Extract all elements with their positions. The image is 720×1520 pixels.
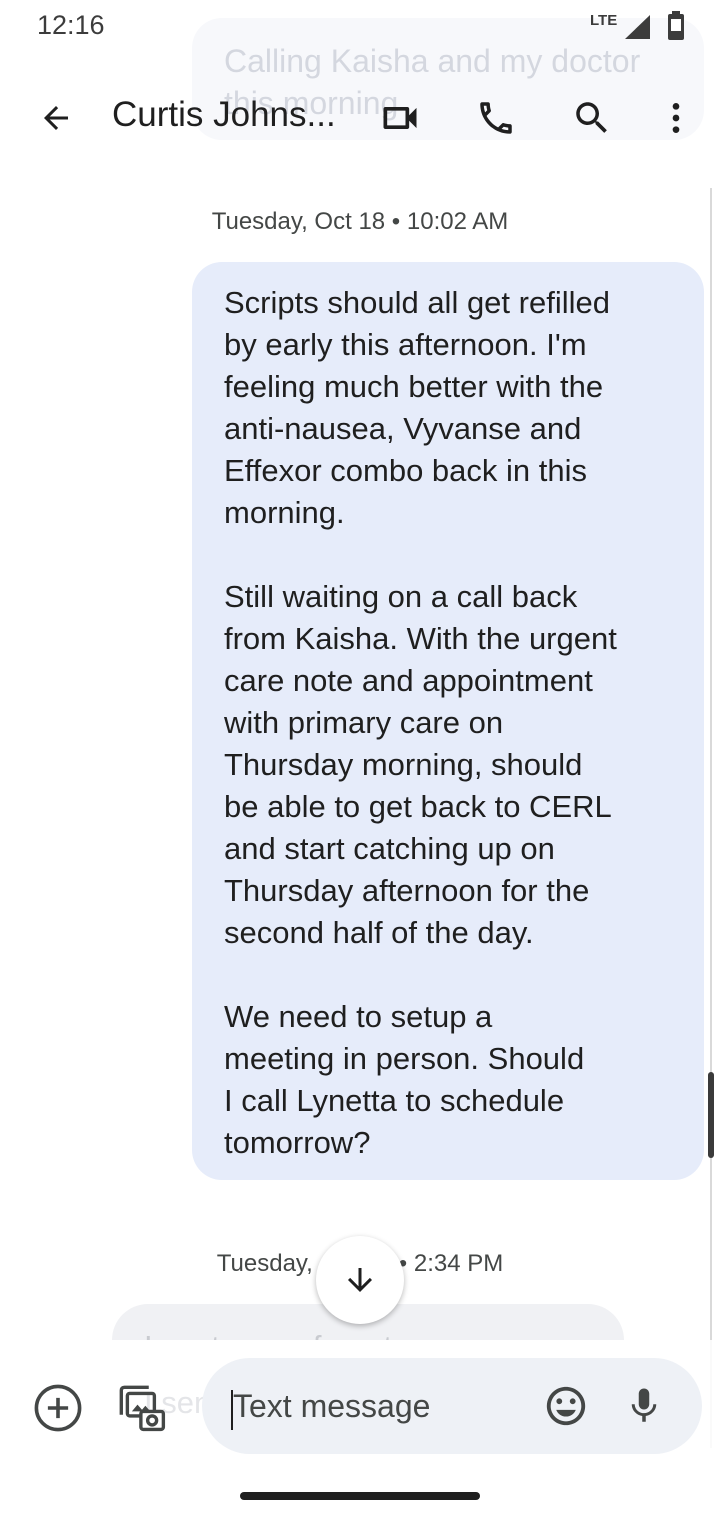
back-button[interactable] [26,78,86,158]
video-call-icon [383,107,417,129]
add-circle-icon [34,1384,82,1432]
conversation-list[interactable]: Tuesday, Oct 18 • 10:02 AM Scripts shoul… [0,170,720,1340]
outgoing-message-text: Scripts should all get refilled by early… [224,285,617,1160]
search-button[interactable] [562,78,622,158]
gallery-button[interactable] [114,1380,170,1436]
cell-signal-icon [623,14,651,45]
scrollbar-track [710,188,712,1448]
arrow-down-icon [348,1268,372,1292]
more-vert-icon [672,103,680,133]
app-bar: Curtis Johns... [0,78,720,158]
emoji-icon [546,1386,586,1426]
timestamp-day: Tuesday, [216,1250,313,1277]
incoming-message-text: I sent you a form to your [144,1326,594,1340]
search-icon [576,102,607,133]
timestamp-time: • 2:34 PM [398,1250,504,1277]
emoji-button[interactable] [538,1378,594,1434]
video-call-button[interactable] [370,78,430,158]
voice-call-button[interactable] [466,78,526,158]
arrow-back-icon [44,106,68,130]
outgoing-message-bubble[interactable]: Scripts should all get refilled by early… [192,262,704,1180]
messages-screen: 12:16 LTE Calling Kaisha and my doctor t… [0,0,720,1520]
phone-icon [480,102,512,134]
message-input-placeholder: Text message [233,1388,431,1424]
network-type-label: LTE [590,12,618,29]
voice-input-button[interactable] [616,1378,672,1434]
compose-bar: I sent you a form to your email Text mes… [0,1340,720,1470]
gallery-camera-icon [119,1385,166,1432]
attach-button[interactable] [30,1380,86,1436]
more-options-button[interactable] [650,78,702,158]
status-bar: 12:16 LTE [0,0,720,56]
scrollbar-thumb[interactable] [708,1072,714,1158]
message-input[interactable]: Text message [202,1358,702,1454]
scroll-to-bottom-button[interactable] [316,1236,404,1324]
mic-icon [631,1388,657,1422]
gesture-navigation-bar[interactable] [240,1492,480,1500]
battery-icon [667,11,685,46]
status-time: 12:16 [37,10,105,40]
contact-name[interactable]: Curtis Johns... [112,95,352,135]
message-timestamp: Tuesday, Oct 18 • 10:02 AM [211,208,509,235]
